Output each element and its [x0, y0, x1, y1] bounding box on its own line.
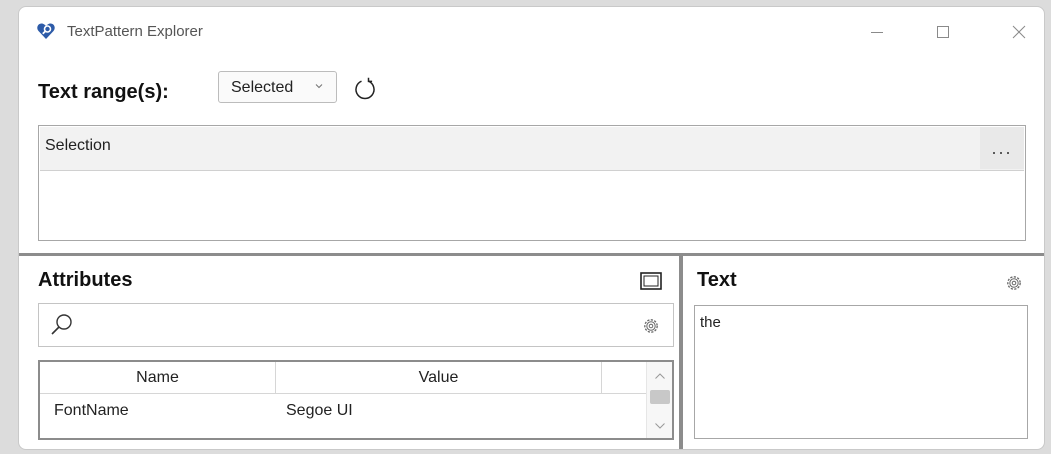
text-range-dropdown[interactable]: Selected	[218, 71, 337, 103]
attribute-value-cell: Segoe UI	[286, 402, 353, 419]
attributes-table[interactable]: Name Value FontName Segoe UI	[38, 360, 674, 440]
gear-icon[interactable]	[641, 316, 661, 336]
text-range-label: Text range(s):	[38, 81, 169, 103]
minimize-button[interactable]	[857, 15, 897, 49]
text-range-list[interactable]: Selection ...	[38, 125, 1026, 241]
more-button[interactable]: ...	[980, 127, 1024, 169]
maximize-button[interactable]	[923, 15, 963, 49]
maximize-panel-icon[interactable]	[640, 272, 662, 290]
table-row[interactable]: FontName Segoe UI	[40, 394, 648, 426]
app-window: TextPattern Explorer Text range(s): Sele…	[18, 6, 1045, 450]
text-content: the	[700, 314, 721, 331]
table-header: Name Value	[40, 362, 648, 394]
column-header-name[interactable]: Name	[40, 362, 276, 393]
close-button[interactable]	[999, 15, 1039, 49]
more-icon: ...	[991, 137, 1013, 158]
chevron-down-icon	[315, 84, 323, 89]
list-item[interactable]: Selection ...	[40, 127, 1024, 171]
attribute-name-cell: FontName	[54, 402, 129, 419]
gear-icon[interactable]	[1004, 273, 1024, 293]
scroll-down-icon[interactable]	[654, 422, 666, 430]
vertical-splitter[interactable]	[679, 256, 683, 449]
search-icon	[51, 314, 72, 335]
range-item-label: Selection	[45, 137, 111, 154]
window-title: TextPattern Explorer	[67, 23, 203, 40]
scrollbar-thumb[interactable]	[650, 390, 670, 404]
maximize-icon	[937, 26, 949, 38]
minimize-icon	[871, 32, 883, 33]
attribute-search-input[interactable]	[38, 303, 674, 347]
text-content-area[interactable]: the	[694, 305, 1028, 439]
vertical-scrollbar[interactable]	[646, 362, 672, 438]
text-panel-title: Text	[697, 269, 737, 291]
refresh-icon[interactable]	[353, 77, 377, 101]
close-icon	[1012, 25, 1026, 39]
text-range-selected-value: Selected	[231, 79, 294, 96]
scroll-up-icon[interactable]	[654, 372, 666, 380]
column-header-value[interactable]: Value	[276, 362, 602, 393]
attributes-title: Attributes	[38, 269, 133, 291]
horizontal-splitter[interactable]	[19, 253, 1044, 256]
title-bar[interactable]: TextPattern Explorer	[19, 7, 1044, 57]
heart-magnifier-icon	[37, 23, 55, 39]
